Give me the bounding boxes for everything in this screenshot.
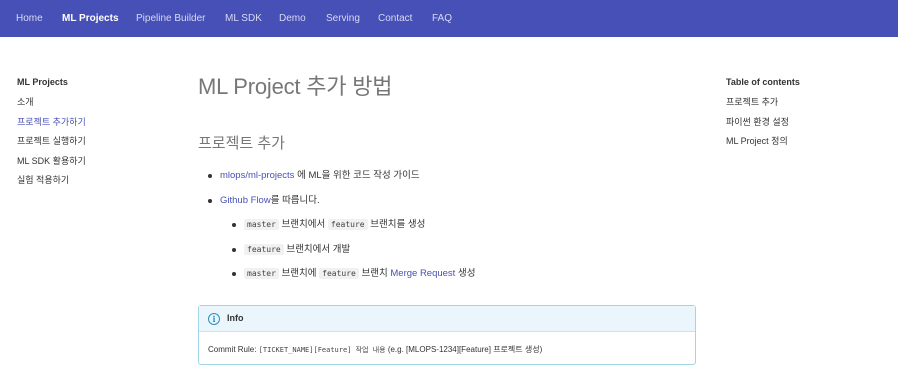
toc-item-ml-project-def[interactable]: ML Project 정의 [726,135,886,155]
toc-item-python-env[interactable]: 파이썬 환경 설정 [726,116,886,136]
inline-code: feature [327,219,368,230]
list-item-text: 브랜치에서 개발 [283,243,351,255]
list-item: Github Flow를 따릅니다. [198,194,698,219]
sidebar-item-experiment[interactable]: 실험 적용하기 [17,174,167,194]
nav-home[interactable]: Home [16,0,43,37]
merge-request-link[interactable]: Merge Request [390,268,455,279]
commit-rule-code: [TICKET_NAME][Feature] 작업 내용 [258,346,386,354]
list-item-text: 를 따릅니다. [270,194,320,206]
info-header: i Info [199,306,695,332]
bullet-list: mlops/ml-projects 에 ML을 위한 코드 작성 가이드 Git… [198,169,698,292]
toc-title: Table of contents [726,77,800,87]
sidebar-item-add-project[interactable]: 프로젝트 추가하기 [17,116,167,136]
inline-code: feature [319,268,359,279]
commit-rule-example: (e.g. [MLOPS-1234][Feature] 프로젝트 생성) [385,345,543,354]
list-item-text: 브랜치 [358,268,391,279]
bullet-dot [232,272,236,276]
github-flow-link[interactable]: Github Flow [220,195,271,206]
inline-code: master [244,268,279,279]
sidebar-item-ml-sdk[interactable]: ML SDK 활용하기 [17,155,167,175]
nav-faq[interactable]: FAQ [432,0,452,37]
section-heading: 프로젝트 추가 [198,135,285,152]
bullet-dot [232,223,236,227]
list-item-text: 브랜치에서 [278,219,328,230]
list-item: master 브랜치에서 feature 브랜치를 생성 [198,218,698,243]
sidebar-item-intro[interactable]: 소개 [17,96,167,116]
nav-demo[interactable]: Demo [279,0,306,37]
list-item: feature 브랜치에서 개발 [198,243,698,268]
inline-code: master [244,219,279,230]
bullet-dot [208,198,212,203]
nav-pipeline-builder[interactable]: Pipeline Builder [136,0,206,37]
list-item: master 브랜치에 feature 브랜치 Merge Request 생성 [198,267,698,292]
info-admonition: i Info Commit Rule: [TICKET_NAME][Featur… [198,305,696,365]
nav-contact[interactable]: Contact [378,0,412,37]
bullet-dot [232,247,236,252]
toc-item-add-project[interactable]: 프로젝트 추가 [726,96,886,116]
sidebar-title[interactable]: ML Projects [17,76,167,96]
list-item: mlops/ml-projects 에 ML을 위한 코드 작성 가이드 [198,169,698,194]
list-item-text: 생성 [455,268,476,279]
main-content: ML Project 추가 방법 프로젝트 추가 mlops/ml-projec… [198,70,698,279]
nav-ml-projects[interactable]: ML Projects [62,0,119,37]
bullet-dot [208,174,212,178]
list-item-text: 에 ML을 위한 코드 작성 가이드 [294,170,420,181]
inline-code: feature [244,243,284,255]
ml-projects-link[interactable]: mlops/ml-projects [220,170,294,181]
sidebar: ML Projects 소개 프로젝트 추가하기 프로젝트 실행하기 ML SD… [17,76,167,194]
info-label: Info [227,313,244,323]
nav-serving[interactable]: Serving [326,0,360,37]
info-body: Commit Rule: [TICKET_NAME][Feature] 작업 내… [208,344,542,355]
list-item-text: 브랜치를 생성 [367,219,426,230]
list-item-text: 브랜치에 [278,268,320,279]
sidebar-item-run-project[interactable]: 프로젝트 실행하기 [17,135,167,155]
nav-ml-sdk[interactable]: ML SDK [225,0,262,37]
top-navigation-bar: Home ML Projects Pipeline Builder ML SDK… [0,0,898,37]
table-of-contents: Table of contents 프로젝트 추가 파이썬 환경 설정 ML P… [726,76,886,155]
page-title: ML Project 추가 방법 [198,74,393,99]
commit-rule-prefix: Commit Rule: [208,345,259,354]
info-icon: i [208,313,220,325]
